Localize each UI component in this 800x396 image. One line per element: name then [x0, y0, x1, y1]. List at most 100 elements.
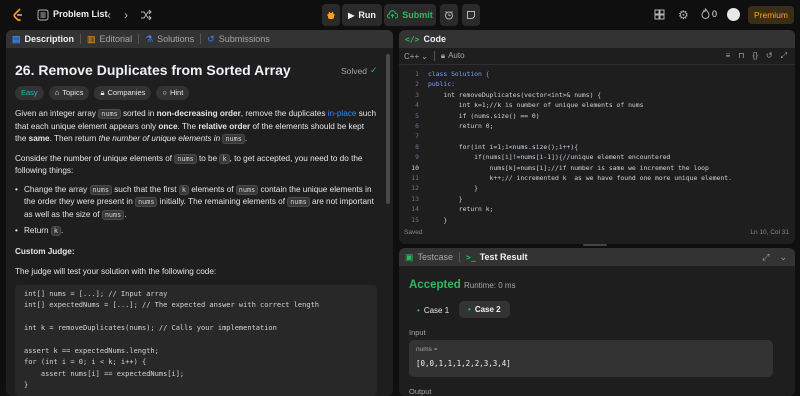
format-icon[interactable]: ≡ — [726, 51, 731, 61]
lock-icon: 🔒︎ — [440, 51, 446, 60]
note-icon — [467, 11, 475, 19]
line-number: 5 — [415, 111, 419, 120]
bug-icon — [327, 11, 335, 19]
problem-statement: Given an integer array nums sorted in no… — [15, 108, 377, 279]
shuffle-icon[interactable] — [140, 9, 152, 21]
document-icon: ▤ — [12, 33, 21, 44]
tag-row: Easy ⌂ Topics 🔒︎ Companies ○ Hint — [15, 86, 190, 100]
panel-resize-handle[interactable] — [583, 244, 607, 246]
line-number: 11 — [411, 174, 419, 183]
code-line: int k=1;//k is number of unique elements… — [428, 101, 644, 110]
run-label: Run — [358, 10, 376, 20]
chevron-right-icon[interactable]: › — [124, 8, 128, 22]
line-number: 1 — [415, 70, 419, 78]
braces-icon[interactable]: {} — [753, 51, 758, 61]
top-bar: Problem List ‹ › ▶ Run Submit ⚙ 0 Premiu… — [0, 0, 800, 30]
scrollbar[interactable] — [386, 54, 390, 204]
output-label: Output — [409, 387, 432, 396]
language-select[interactable]: C++ ⌄ — [404, 52, 428, 61]
gear-icon[interactable]: ⚙ — [678, 8, 689, 22]
leetcode-logo-icon[interactable] — [12, 8, 26, 22]
input-var-name: nums = — [416, 346, 438, 353]
judge-code-line: } — [24, 381, 29, 390]
problem-title: 26. Remove Duplicates from Sorted Array — [15, 62, 291, 78]
input-box: nums = [0,0,1,1,1,2,2,3,3,4] — [409, 340, 773, 377]
code-line: int removeDuplicates(vector<int>& nums) … — [428, 90, 602, 99]
tab-code[interactable]: </> Code — [399, 30, 452, 48]
topics-tag[interactable]: ⌂ Topics — [48, 86, 90, 100]
timer-button[interactable] — [440, 4, 458, 26]
code-panel: </> Code C++ ⌄ 🔒︎ Auto ≡ ⊓ {} ↺ ⤢ 12345678… — [399, 30, 795, 244]
description-tabs: ▤ Description ▥ Editorial ⚗ Solutions ↺ … — [6, 30, 393, 48]
debug-button[interactable] — [322, 4, 340, 26]
list-item: • Return k. — [15, 225, 377, 238]
result-tabs: ▣ Testcase >_ Test Result ⤢ ⌄ — [399, 248, 795, 266]
list-item: • Change the array nums such that the fi… — [15, 184, 374, 220]
difficulty-badge[interactable]: Easy — [15, 86, 44, 100]
code-line: public: — [428, 80, 455, 89]
code-editor[interactable]: class Solution {public: int removeDuplic… — [428, 69, 790, 225]
chevron-down-icon: ⌄ — [421, 51, 428, 61]
tab-description[interactable]: ▤ Description — [6, 30, 80, 48]
line-number: 7 — [415, 132, 419, 141]
lock-icon: 🔒︎ — [100, 88, 105, 97]
line-number: 4 — [415, 101, 419, 110]
maximize-icon[interactable]: ⤢ — [762, 252, 769, 263]
tab-test-result[interactable]: >_ Test Result — [460, 248, 533, 266]
tab-submissions[interactable]: ↺ Submissions — [201, 30, 276, 48]
code-line: } — [428, 215, 448, 224]
bookmark-icon[interactable]: ⊓ — [738, 51, 744, 61]
submit-button[interactable]: Submit — [384, 4, 436, 26]
code-line: for(int i=1;i<nums.size();i++){ — [428, 142, 579, 151]
hint-tag[interactable]: ○ Hint — [156, 86, 190, 100]
code-line: if(nums[i]!=nums[i-1]){//unique element … — [428, 153, 671, 162]
chevron-left-icon[interactable]: ‹ — [107, 8, 111, 22]
tab-testcase[interactable]: ▣ Testcase — [399, 248, 459, 266]
tab-solutions[interactable]: ⚗ Solutions — [139, 30, 200, 48]
companies-tag[interactable]: 🔒︎ Companies — [94, 86, 152, 100]
premium-button[interactable]: Premium — [748, 6, 794, 24]
run-button[interactable]: ▶ Run — [342, 4, 382, 26]
line-number: 14 — [411, 205, 419, 214]
streak-fire-icon[interactable] — [700, 8, 710, 19]
runtime-label: Runtime: 0 ms — [464, 281, 516, 290]
code-line: nums[k]=nums[i];//if number is same we i… — [428, 163, 709, 172]
editor-status-cursor: Ln 10, Col 31 — [750, 229, 789, 236]
line-number: 13 — [411, 194, 419, 203]
judge-code-line: assert k == expectedNums.length; — [24, 347, 159, 356]
line-number: 10 — [411, 163, 419, 172]
autocomplete-toggle[interactable]: 🔒︎ Auto — [441, 51, 465, 61]
problem-list-icon[interactable] — [37, 9, 49, 21]
layout-grid-icon[interactable] — [654, 9, 665, 20]
terminal-icon: >_ — [466, 252, 476, 262]
checkbox-icon: ▣ — [405, 251, 414, 262]
case-tab-1[interactable]: • Case 1 — [409, 302, 457, 318]
line-number: 9 — [415, 153, 419, 162]
code-line: } — [428, 194, 463, 203]
alarm-clock-icon — [445, 11, 453, 20]
cloud-upload-icon — [387, 9, 399, 21]
code-line: return k; — [428, 205, 494, 214]
chevron-down-icon[interactable]: ⌄ — [779, 252, 787, 263]
expand-icon[interactable]: ⤢ — [781, 51, 787, 61]
notes-button[interactable] — [462, 4, 480, 26]
flask-icon: ⚗ — [145, 33, 154, 44]
toolbar-divider — [433, 51, 435, 61]
avatar[interactable] — [727, 8, 740, 21]
solved-status: Solved ✓ — [341, 65, 378, 76]
code-line: return 0; — [428, 122, 494, 131]
check-circle-icon: ✓ — [370, 65, 378, 75]
input-label: Input — [409, 328, 426, 337]
tab-editorial[interactable]: ▥ Editorial — [81, 30, 138, 48]
line-number: 2 — [415, 80, 419, 89]
code-brackets-icon: </> — [405, 34, 420, 44]
in-place-link[interactable]: in-place — [328, 109, 357, 118]
reset-icon[interactable]: ↺ — [766, 51, 773, 61]
judge-text: The judge will test your solution with t… — [15, 267, 217, 276]
code-line: } — [428, 184, 479, 193]
problem-list-link[interactable]: Problem List — [53, 9, 108, 19]
case-tab-2[interactable]: • Case 2 — [459, 301, 510, 318]
pass-dot: • — [468, 305, 471, 314]
result-panel: ▣ Testcase >_ Test Result ⤢ ⌄ Accepted R… — [399, 248, 795, 396]
judge-code-line: assert nums[i] == expectedNums[i]; — [24, 369, 185, 378]
